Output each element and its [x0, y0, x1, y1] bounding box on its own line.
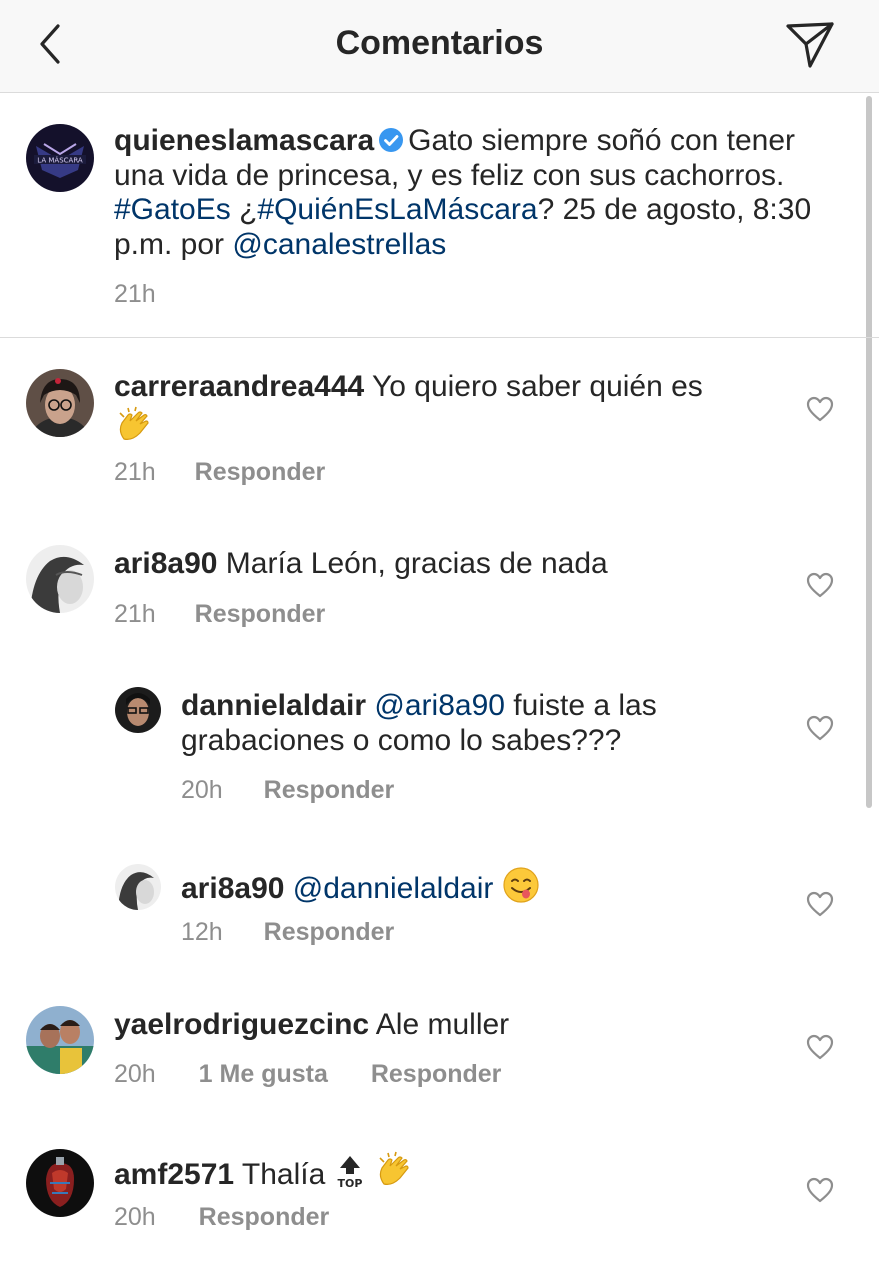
comment-username[interactable]: carreraandrea444: [114, 370, 364, 403]
comment-username[interactable]: ari8a90: [181, 872, 284, 905]
share-button[interactable]: [782, 16, 840, 72]
timestamp: 20h: [114, 1060, 156, 1088]
divider: [0, 337, 879, 338]
comment-body: María León, gracias de nada: [225, 547, 608, 580]
reply-button[interactable]: Responder: [264, 776, 395, 804]
timestamp: 20h: [181, 776, 223, 804]
avatar[interactable]: [26, 369, 94, 437]
reply-button[interactable]: Responder: [195, 458, 326, 486]
top-bar: Comentarios: [0, 0, 879, 93]
caption-text: quieneslamascara Gato siempre soñó con te…: [114, 124, 834, 262]
paper-plane-icon: [786, 22, 834, 68]
reply-button[interactable]: Responder: [195, 600, 326, 628]
user-photo: [115, 864, 161, 910]
timestamp: 21h: [114, 280, 156, 308]
timestamp: 21h: [114, 458, 156, 486]
scrollbar[interactable]: [866, 96, 872, 808]
comment-text: amf2571 Thalía TOP: [114, 1150, 774, 1193]
heart-icon[interactable]: [806, 1177, 834, 1203]
reply-text: ari8a90 @dannielaldair: [181, 866, 781, 907]
clapping-hands-emoji: [119, 406, 149, 440]
comment-body: Thalía: [241, 1158, 326, 1191]
hashtag-link[interactable]: #QuiénEsLaMáscara: [257, 193, 537, 226]
reply-button[interactable]: Responder: [199, 1203, 330, 1231]
timestamp: 21h: [114, 600, 156, 628]
comment-meta: 21h Responder: [114, 458, 325, 487]
avatar[interactable]: [115, 864, 161, 910]
comment-meta: 20h Responder: [114, 1203, 329, 1232]
heart-icon[interactable]: [806, 1034, 834, 1060]
page-title: Comentarios: [335, 24, 544, 62]
avatar[interactable]: [26, 1006, 94, 1074]
hashtag-link[interactable]: #GatoEs: [114, 193, 231, 226]
caption-meta: 21h: [114, 280, 156, 309]
user-photo: [26, 1149, 94, 1217]
reply-button[interactable]: Responder: [371, 1060, 502, 1088]
clapping-hands-emoji: [379, 1151, 409, 1185]
user-photo: [26, 545, 94, 613]
mention-link[interactable]: @dannielaldair: [293, 872, 494, 905]
avatar[interactable]: [26, 545, 94, 613]
comment-username[interactable]: amf2571: [114, 1158, 234, 1191]
heart-icon[interactable]: [806, 891, 834, 917]
comment-text: yaelrodriguezcinc Ale muller: [114, 1008, 774, 1043]
comment-meta: 20h 1 Me gusta Responder: [114, 1060, 501, 1089]
reply-text: dannielaldair @ari8a90 fuiste a las grab…: [181, 689, 781, 758]
timestamp: 12h: [181, 918, 223, 946]
heart-icon[interactable]: [806, 396, 834, 422]
face-savoring-food-emoji: [503, 867, 539, 903]
user-photo: [115, 687, 161, 733]
avatar[interactable]: LA MÁSCARA: [26, 124, 94, 192]
avatar[interactable]: [115, 687, 161, 733]
comment-username[interactable]: ari8a90: [114, 547, 217, 580]
la-mascara-logo: LA MÁSCARA: [26, 124, 94, 192]
reply-button[interactable]: Responder: [264, 918, 395, 946]
comment-meta: 21h Responder: [114, 600, 325, 629]
comment-body: Yo quiero saber quién es: [372, 370, 703, 403]
timestamp: 20h: [114, 1203, 156, 1231]
heart-icon[interactable]: [806, 572, 834, 598]
mention-link[interactable]: @canalestrellas: [232, 228, 446, 261]
svg-text:LA MÁSCARA: LA MÁSCARA: [37, 156, 83, 165]
comment-meta: 20h Responder: [181, 776, 394, 805]
comment-username[interactable]: yaelrodriguezcinc: [114, 1008, 369, 1041]
caption-username[interactable]: quieneslamascara: [114, 124, 374, 157]
comment-body: Ale muller: [375, 1008, 510, 1041]
comment-username[interactable]: dannielaldair: [181, 689, 366, 722]
heart-icon[interactable]: [806, 715, 834, 741]
user-photo: [26, 1006, 94, 1074]
avatar[interactable]: [26, 1149, 94, 1217]
comment-meta: 12h Responder: [181, 918, 394, 947]
top-arrow-emoji: TOP: [337, 1156, 362, 1190]
comment-text: ari8a90 María León, gracias de nada: [114, 547, 774, 582]
likes-count-button[interactable]: 1 Me gusta: [199, 1060, 328, 1088]
user-photo: [26, 369, 94, 437]
comment-text: carreraandrea444 Yo quiero saber quién e…: [114, 370, 774, 447]
svg-text:TOP: TOP: [337, 1177, 362, 1190]
verified-badge-icon: [379, 128, 404, 152]
caption-body: ¿: [239, 193, 258, 226]
mention-link[interactable]: @ari8a90: [374, 689, 505, 722]
